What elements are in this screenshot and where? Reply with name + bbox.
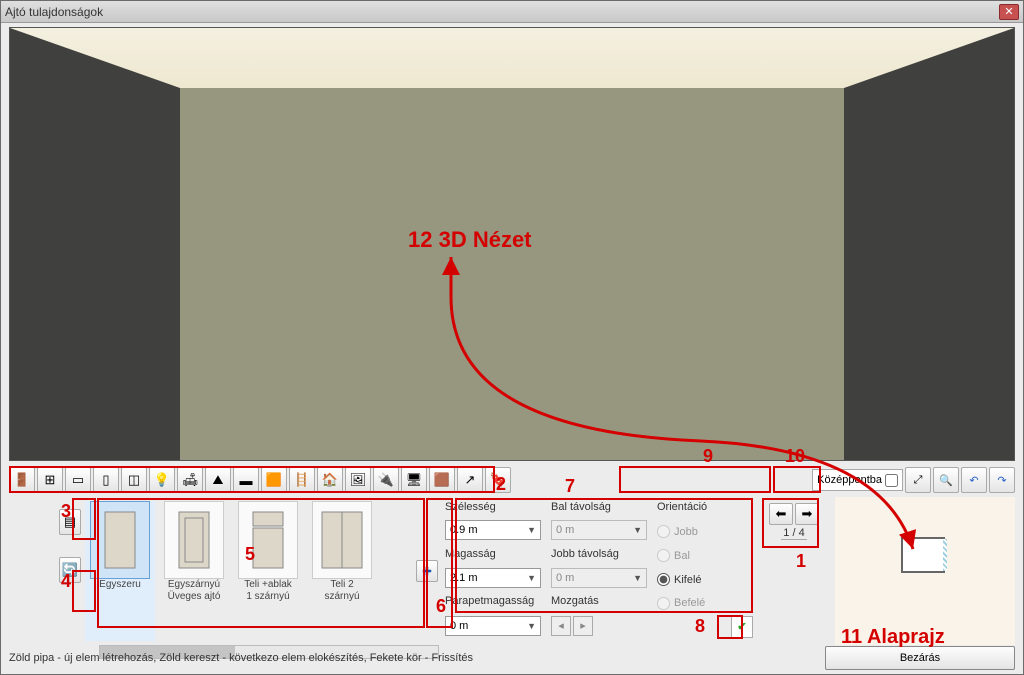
footer: Zöld pipa - új elem létrehozás, Zöld ker…	[9, 648, 1015, 668]
tool-terrain-icon[interactable]: 🏠	[317, 467, 343, 493]
leftdist-input: 0 m▼	[551, 520, 647, 540]
check-icon: ✔	[737, 620, 746, 633]
plan-symbol-icon	[901, 537, 945, 573]
undo-icon[interactable]: ↶	[961, 467, 987, 493]
orient-label: Orientáció	[657, 501, 753, 516]
width-label: Szélesség	[445, 501, 541, 516]
tool-door-icon[interactable]: 🚪	[9, 467, 35, 493]
tool-floor-icon[interactable]: 🟫	[429, 467, 455, 493]
tool-calc-icon[interactable]: 🖥	[401, 467, 427, 493]
tool-slab-icon[interactable]: ▬	[233, 467, 259, 493]
parapet-input[interactable]: 0 m▼	[445, 616, 541, 636]
height-input[interactable]: 2.1 m▼	[445, 568, 541, 588]
window-title: Ajtó tulajdonságok	[5, 5, 999, 19]
tool-floorlamp-icon[interactable]: 🛋	[177, 467, 203, 493]
plan-preview[interactable]	[835, 497, 1015, 645]
tool-wall-icon[interactable]: ▭	[65, 467, 91, 493]
tool-window-icon[interactable]: ⊞	[37, 467, 63, 493]
move-stepper: ◂ ▸	[551, 616, 647, 641]
hint-text: Zöld pipa - új elem létrehozás, Zöld ker…	[9, 652, 825, 664]
gallery-rotate-icon[interactable]: 🔄	[59, 557, 81, 583]
orient-jobb-radio: Jobb	[657, 520, 753, 543]
tool-column-icon[interactable]: ▯	[93, 467, 119, 493]
close-button[interactable]: Bezárás	[825, 646, 1015, 670]
orient-bal-radio: Bal	[657, 548, 753, 564]
gallery-up-icon[interactable]: ▤	[59, 509, 81, 535]
3d-viewport[interactable]	[9, 27, 1015, 461]
page-counter: 1 / 4	[781, 527, 806, 540]
leftdist-label: Bal távolság	[551, 501, 647, 516]
rightdist-input: 0 m▼	[551, 568, 647, 588]
titlebar: Ajtó tulajdonságok ✕	[1, 1, 1023, 23]
move-label: Mozgatás	[551, 595, 647, 611]
apply-button[interactable]: ✔	[731, 616, 753, 638]
move-right-button[interactable]: ▸	[573, 616, 593, 636]
zoom-in-icon[interactable]: 🔍	[933, 467, 959, 493]
tool-lamp-icon[interactable]: 💡	[149, 467, 175, 493]
tool-switch-icon[interactable]: ◫	[121, 467, 147, 493]
add-item-button[interactable]: ✚	[416, 560, 438, 582]
gallery-item-teli2[interactable]: Teli 2 szárnyú	[307, 501, 377, 641]
redo-icon[interactable]: ↷	[989, 467, 1015, 493]
gallery-item-egyszeru[interactable]: Egyszeru	[85, 501, 155, 641]
tool-elec-icon[interactable]: 🔌	[373, 467, 399, 493]
gallery-item-teli-ablak[interactable]: Teli +ablak 1 szárnyú	[233, 501, 303, 641]
tool-stair-icon[interactable]: 🪜	[289, 467, 315, 493]
properties-grid: Szélesség Bal távolság Orientáció 0.9 m▼…	[439, 497, 759, 645]
rightdist-label: Jobb távolság	[551, 548, 647, 564]
tool-roof-icon[interactable]: ⛰	[205, 467, 231, 493]
height-label: Magasság	[445, 548, 541, 564]
tool-picture-icon[interactable]: 🖼	[345, 467, 371, 493]
gallery-column: ▤ 🔄 Egyszeru Egyszárnyú Üveges ajtó Teli…	[9, 497, 439, 645]
dropdown-arrow-icon: ▼	[527, 525, 536, 535]
tool-beam-icon[interactable]: 🟧	[261, 467, 287, 493]
center-checkbox-input[interactable]	[885, 474, 898, 487]
page-next-icon[interactable]: ➡	[795, 503, 819, 525]
door-gallery: Egyszeru Egyszárnyú Üveges ajtó Teli +ab…	[81, 497, 415, 645]
orient-kifele-radio[interactable]: Kifelé	[657, 568, 753, 591]
lower-panel: ▤ 🔄 Egyszeru Egyszárnyú Üveges ajtó Teli…	[9, 497, 1015, 645]
paging-column: ⬅ ➡ 1 / 4	[759, 497, 829, 645]
gallery-item-uveges[interactable]: Egyszárnyú Üveges ajtó	[159, 501, 229, 641]
dialog-window: Ajtó tulajdonságok ✕ 12 3D Nézet 9 10 11…	[0, 0, 1024, 675]
room-3d-scene	[10, 28, 1014, 460]
width-input[interactable]: 0.9 m▼	[445, 520, 541, 540]
orient-befele-radio: Befelé	[657, 595, 753, 611]
parapet-label: Parapetmagasság	[445, 595, 541, 611]
center-checkbox-label: Középpontba	[817, 474, 882, 486]
center-checkbox[interactable]: Középpontba	[812, 469, 903, 491]
zoom-fit-icon[interactable]: ⤢	[905, 467, 931, 493]
page-prev-icon[interactable]: ⬅	[769, 503, 793, 525]
category-toolbar: 🚪 ⊞ ▭ ▯ ◫ 💡 🛋 ⛰ ▬ 🟧 🪜 🏠 🖼 🔌 🖥 🟫 ↗ 🔖 Közé…	[9, 465, 1015, 495]
tool-label-icon[interactable]: 🔖	[485, 467, 511, 493]
move-left-button[interactable]: ◂	[551, 616, 571, 636]
tool-arrow-icon[interactable]: ↗	[457, 467, 483, 493]
view-controls: Középpontba ⤢ 🔍 ↶ ↷	[812, 467, 1015, 493]
close-icon[interactable]: ✕	[999, 4, 1019, 20]
